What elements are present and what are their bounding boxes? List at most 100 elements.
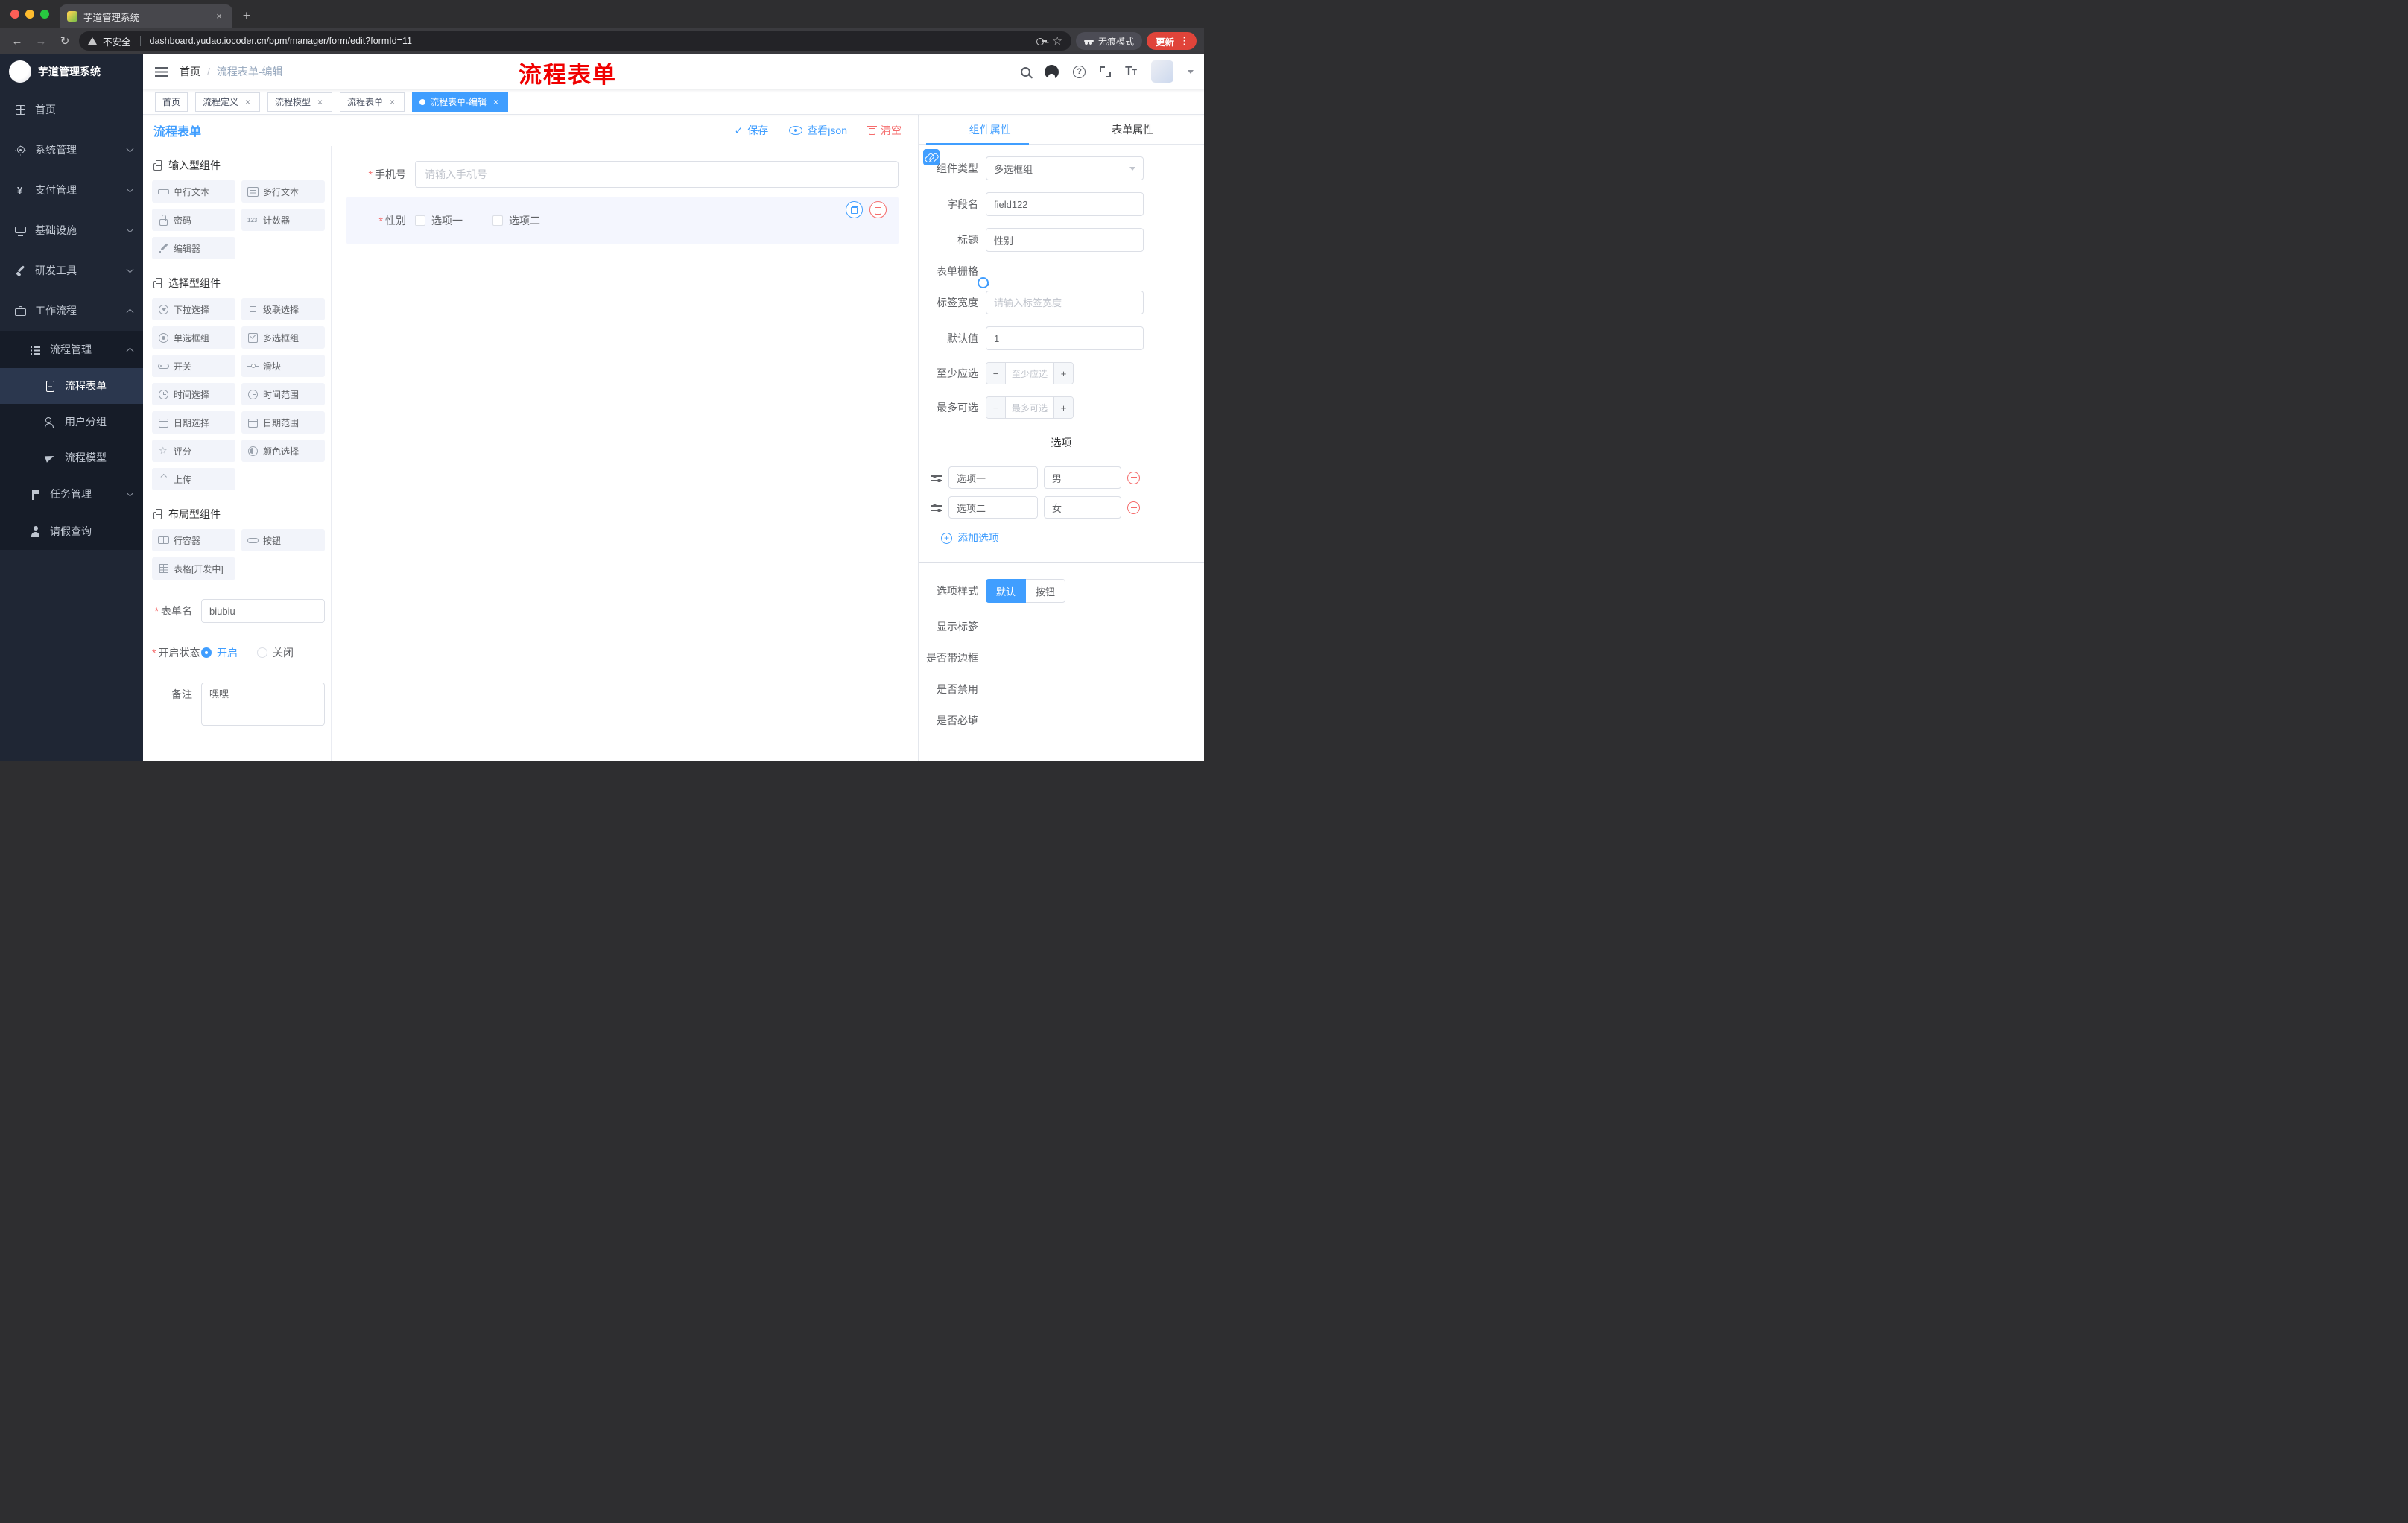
forward-button[interactable] — [31, 31, 51, 51]
palette-item-dropdown[interactable]: 下拉选择 — [152, 298, 235, 320]
tag-close-icon[interactable] — [387, 97, 397, 107]
sidebar-item-task-mgmt[interactable]: 任务管理 — [0, 475, 143, 513]
clear-button[interactable]: 清空 — [867, 123, 902, 138]
field-name-input[interactable] — [986, 192, 1144, 216]
view-json-button[interactable]: 查看json — [789, 123, 847, 138]
sidebar-item-user-group[interactable]: 用户分组 — [0, 404, 143, 440]
back-button[interactable] — [7, 31, 27, 51]
drag-handle-icon[interactable] — [931, 472, 942, 483]
close-window-button[interactable] — [10, 10, 19, 19]
palette-item-radio-group[interactable]: 单选框组 — [152, 326, 235, 349]
palette-item-editor[interactable]: 编辑器 — [152, 237, 235, 259]
default-value-input[interactable] — [986, 326, 1144, 350]
palette-item-time-picker[interactable]: 时间选择 — [152, 383, 235, 405]
form-remark-textarea[interactable]: 嘿嘿 — [201, 683, 325, 726]
tag-close-icon[interactable] — [243, 97, 253, 107]
palette-item-multi-line-text[interactable]: 多行文本 — [241, 180, 325, 203]
remove-option-icon[interactable] — [1127, 471, 1140, 484]
tab-close-icon[interactable] — [213, 10, 225, 22]
canvas-field-phone[interactable]: 手机号 — [346, 161, 899, 188]
palette-item-date-picker[interactable]: 日期选择 — [152, 411, 235, 434]
tag-process-model[interactable]: 流程模型 — [267, 92, 333, 112]
gender-option-2[interactable]: 选项二 — [492, 213, 540, 228]
tag-home[interactable]: 首页 — [155, 92, 188, 112]
style-default-button[interactable]: 默认 — [986, 579, 1027, 603]
sidebar-item-devtools[interactable]: 研发工具 — [0, 250, 143, 291]
gender-option-1[interactable]: 选项一 — [415, 213, 463, 228]
status-radio-on[interactable]: 开启 — [201, 645, 238, 660]
label-width-input[interactable] — [986, 291, 1144, 314]
drag-handle-icon[interactable] — [931, 502, 942, 513]
breadcrumb-home[interactable]: 首页 — [180, 64, 200, 79]
sidebar-logo[interactable]: 芋道管理系统 — [0, 54, 143, 89]
update-button[interactable]: 更新 — [1146, 32, 1197, 50]
avatar-caret-icon[interactable] — [1188, 70, 1194, 77]
minimize-window-button[interactable] — [25, 10, 34, 19]
palette-item-counter[interactable]: 计数器 — [241, 209, 325, 231]
component-type-select[interactable]: 多选框组 — [986, 156, 1144, 180]
add-option-button[interactable]: 添加选项 — [941, 531, 1204, 545]
option-label-input[interactable] — [948, 466, 1038, 489]
sidebar-item-process-mgmt[interactable]: 流程管理 — [0, 331, 143, 368]
sidebar-item-payment[interactable]: 支付管理 — [0, 170, 143, 210]
reload-button[interactable] — [55, 31, 75, 51]
tab-form-props[interactable]: 表单属性 — [1062, 115, 1205, 144]
palette-item-upload[interactable]: 上传 — [152, 468, 235, 490]
increment-button[interactable] — [1054, 363, 1073, 384]
palette-item-password[interactable]: 密码 — [152, 209, 235, 231]
palette-item-rate[interactable]: 评分 — [152, 440, 235, 462]
style-button-button[interactable]: 按钮 — [1026, 579, 1066, 603]
palette-item-cascader[interactable]: 级联选择 — [241, 298, 325, 320]
fullscreen-icon[interactable] — [1100, 66, 1112, 77]
status-radio-off[interactable]: 关闭 — [257, 645, 294, 660]
maximize-window-button[interactable] — [40, 10, 49, 19]
tag-close-icon[interactable] — [315, 97, 325, 107]
tag-process-form[interactable]: 流程表单 — [340, 92, 405, 112]
link-icon[interactable] — [923, 149, 940, 165]
palette-item-time-range[interactable]: 时间范围 — [241, 383, 325, 405]
sidebar-item-leave-query[interactable]: 请假查询 — [0, 513, 143, 550]
palette-item-row-container[interactable]: 行容器 — [152, 529, 235, 551]
address-bar[interactable]: 不安全 dashboard.yudao.iocoder.cn/bpm/manag… — [79, 31, 1071, 51]
decrement-button[interactable] — [986, 397, 1006, 418]
palette-item-table[interactable]: 表格[开发中] — [152, 557, 235, 580]
star-icon[interactable] — [1053, 36, 1062, 47]
palette-item-single-line-text[interactable]: 单行文本 — [152, 180, 235, 203]
hamburger-icon[interactable] — [155, 66, 168, 77]
sidebar-item-infra[interactable]: 基础设施 — [0, 210, 143, 250]
font-size-icon[interactable] — [1125, 66, 1137, 77]
option-value-input[interactable] — [1044, 466, 1121, 489]
option-value-input[interactable] — [1044, 496, 1121, 519]
decrement-button[interactable] — [986, 363, 1006, 384]
sidebar-item-home[interactable]: 首页 — [0, 89, 143, 130]
sidebar-item-workflow[interactable]: 工作流程 — [0, 291, 143, 331]
delete-component-button[interactable] — [869, 201, 887, 218]
browser-tab[interactable]: 芋道管理系统 — [60, 4, 232, 28]
phone-input[interactable] — [415, 161, 899, 188]
checkbox-icon[interactable] — [492, 215, 503, 226]
search-icon[interactable] — [1021, 66, 1031, 77]
palette-item-button[interactable]: 按钮 — [241, 529, 325, 551]
palette-item-date-range[interactable]: 日期范围 — [241, 411, 325, 434]
palette-item-checkbox-group[interactable]: 多选框组 — [241, 326, 325, 349]
sidebar-item-process-form[interactable]: 流程表单 — [0, 368, 143, 404]
palette-item-slider[interactable]: 滑块 — [241, 355, 325, 377]
browser-menu-icon[interactable] — [1179, 35, 1189, 47]
help-icon[interactable] — [1073, 65, 1086, 78]
key-icon[interactable] — [1036, 36, 1047, 46]
duplicate-component-button[interactable] — [846, 201, 863, 218]
canvas-field-gender-selected[interactable]: 性别 选项一 选项二 — [346, 197, 899, 244]
remove-option-icon[interactable] — [1127, 501, 1140, 514]
avatar[interactable] — [1151, 60, 1173, 83]
tag-process-definition[interactable]: 流程定义 — [195, 92, 261, 112]
tag-process-form-edit[interactable]: 流程表单-编辑 — [412, 92, 509, 112]
title-input[interactable] — [986, 228, 1144, 252]
option-label-input[interactable] — [948, 496, 1038, 519]
sidebar-item-process-model[interactable]: 流程模型 — [0, 440, 143, 475]
palette-item-color-picker[interactable]: 颜色选择 — [241, 440, 325, 462]
tag-close-icon[interactable] — [491, 97, 501, 107]
palette-item-switch[interactable]: 开关 — [152, 355, 235, 377]
tab-component-props[interactable]: 组件属性 — [919, 115, 1062, 144]
slider-handle[interactable] — [978, 277, 989, 288]
new-tab-button[interactable] — [237, 7, 256, 26]
